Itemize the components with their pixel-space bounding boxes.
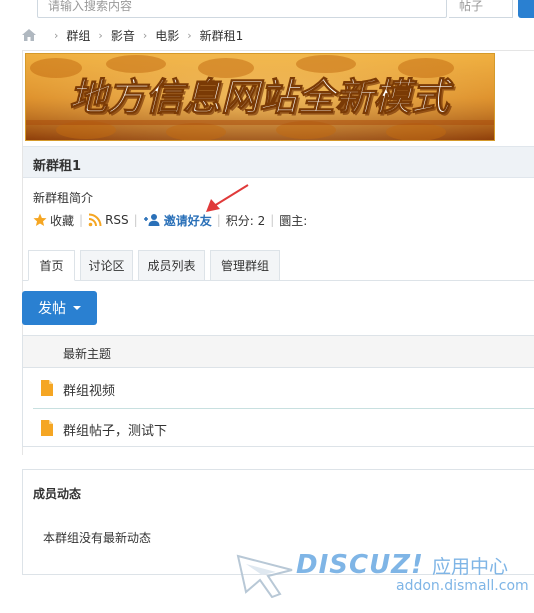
list-item[interactable]: 群组视频	[23, 368, 534, 408]
watermark-cn: 应用中心	[432, 556, 509, 578]
group-intro: 新群租简介	[33, 191, 94, 205]
activity-empty-message: 本群组没有最新动态	[43, 531, 152, 545]
group-meta-bar: 收藏 | RSS | 邀请好友 | 积分: 2 | 圜主:	[33, 211, 307, 229]
banner-image: 地方信息网站全新模式 地方信息网站全新模式	[26, 54, 494, 140]
latest-topics-list: 最新主题 群组视频 群组帖子，测试下	[22, 335, 534, 447]
search-button[interactable]	[518, 0, 534, 18]
watermark: DISCUZ! 应用中心 addon.dismall.com	[236, 550, 534, 600]
search-type-select[interactable]: 帖子	[449, 0, 513, 18]
meta-separator: |	[270, 213, 275, 227]
meta-separator: |	[79, 213, 84, 227]
rss-link[interactable]: RSS	[105, 213, 129, 227]
watermark-brand: DISCUZ!	[296, 550, 424, 580]
tab-label: 管理群组	[220, 259, 269, 273]
tab-label: 成员列表	[147, 259, 196, 273]
chevron-down-icon	[73, 306, 81, 310]
topic-title[interactable]: 群组帖子，测试下	[63, 420, 167, 439]
tab-members[interactable]: 成员列表	[138, 250, 205, 281]
tab-manage[interactable]: 管理群组	[210, 250, 280, 281]
search-input[interactable]: 请输入搜索内容	[37, 0, 447, 18]
star-icon	[33, 213, 47, 226]
tab-label: 讨论区	[88, 259, 125, 273]
group-owner: 圜主:	[279, 213, 308, 228]
favorite-link[interactable]: 收藏	[50, 212, 74, 229]
breadcrumb: › 群组 › 影音 › 电影 › 新群租1	[22, 26, 243, 44]
breadcrumb-item-current-group[interactable]: 新群租1	[200, 27, 244, 44]
breadcrumb-item-media[interactable]: 影音	[111, 27, 135, 44]
watermark-domain: addon.dismall.com	[396, 578, 529, 594]
breadcrumb-separator: ›	[187, 28, 192, 42]
annotation-arrow-icon	[206, 184, 249, 212]
list-item[interactable]: 群组帖子，测试下	[23, 408, 534, 448]
group-tabs: 首页 讨论区 成员列表 管理群组	[22, 250, 534, 281]
add-user-icon	[143, 214, 160, 226]
group-header: 新群租1	[23, 146, 534, 178]
home-icon[interactable]	[22, 29, 36, 41]
breadcrumb-separator: ›	[54, 28, 59, 42]
rss-icon	[88, 213, 102, 227]
breadcrumb-item-groups[interactable]: 群组	[66, 27, 90, 44]
meta-separator: |	[133, 213, 138, 227]
document-icon	[41, 380, 53, 396]
breadcrumb-item-movies[interactable]: 电影	[155, 27, 179, 44]
document-icon	[41, 420, 53, 436]
banner-text: 地方信息网站全新模式	[69, 75, 454, 119]
topics-header: 最新主题	[23, 336, 534, 368]
breadcrumb-separator: ›	[142, 28, 148, 42]
activity-title: 成员动态	[33, 487, 82, 501]
new-post-label: 发帖	[38, 301, 66, 317]
topics-header-label: 最新主题	[63, 347, 112, 361]
group-banner: 地方信息网站全新模式 地方信息网站全新模式	[25, 53, 495, 141]
search-placeholder: 请输入搜索内容	[48, 0, 133, 13]
tab-label: 首页	[39, 259, 64, 273]
search-type-label: 帖子	[459, 0, 484, 13]
cursor-logo-icon	[236, 554, 293, 598]
breadcrumb-separator: ›	[98, 28, 103, 42]
new-post-button[interactable]: 发帖	[22, 291, 97, 325]
top-search-bar: 请输入搜索内容 帖子	[0, 0, 534, 20]
group-title: 新群租1	[33, 159, 82, 174]
tab-home[interactable]: 首页	[28, 250, 75, 281]
tab-discussion[interactable]: 讨论区	[80, 250, 133, 281]
topic-title[interactable]: 群组视频	[63, 380, 115, 399]
